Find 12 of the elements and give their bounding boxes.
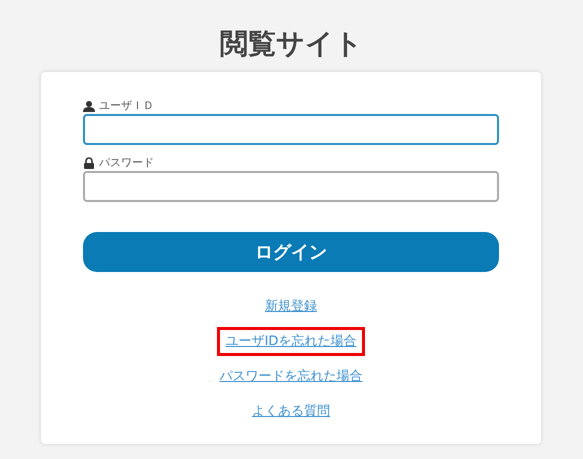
link[interactable]: よくある質問: [243, 397, 339, 426]
link[interactable]: パスワードを忘れた場合: [210, 362, 372, 391]
field-label: ユーザＩＤ: [99, 98, 154, 114]
link[interactable]: 新規登録: [256, 292, 326, 321]
input-field[interactable]: [83, 171, 499, 202]
link[interactable]: ユーザIDを忘れた場合: [216, 327, 366, 356]
input-field[interactable]: [83, 114, 499, 145]
site-title: 閲覧サイト: [219, 26, 364, 62]
field-label: パスワード: [99, 154, 154, 171]
login-button[interactable]: ログイン: [83, 232, 499, 272]
user-icon: [83, 100, 95, 112]
lock-icon: [83, 157, 95, 169]
